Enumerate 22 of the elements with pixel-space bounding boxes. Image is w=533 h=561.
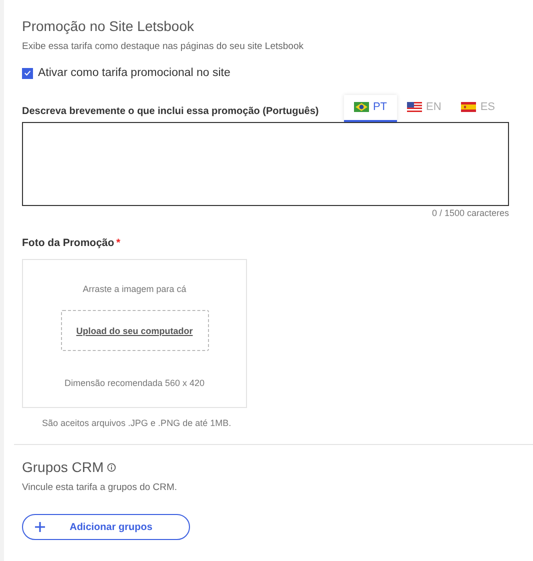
checkbox-label: Ativar como tarifa promocional no site bbox=[38, 67, 230, 79]
upload-link[interactable]: Upload do seu computador bbox=[60, 310, 208, 351]
description-field[interactable] bbox=[22, 122, 509, 206]
add-groups-button[interactable]: Adicionar grupos bbox=[22, 514, 190, 540]
info-icon[interactable] bbox=[106, 462, 116, 472]
flag-icon bbox=[461, 102, 476, 112]
language-tab[interactable]: PT bbox=[344, 95, 398, 122]
drop-hint: Arraste a imagem para cá bbox=[82, 284, 186, 294]
character-counter: 0 / 1500 caracteres bbox=[430, 208, 509, 218]
flag-icon bbox=[354, 102, 369, 112]
section-description: Exibe essa tarifa como destaque nas páginas do seu site Letsbook bbox=[22, 41, 304, 52]
dimension-hint: Dimensão recomendada 560 x 420 bbox=[64, 378, 205, 388]
flag-icon bbox=[407, 102, 422, 112]
image-drop-zone[interactable]: Arraste a imagem para cá Upload do seu computador Dimensão recomendada 560 x 420 bbox=[22, 259, 247, 408]
section-title: Promoção no Site Letsbook bbox=[22, 17, 195, 34]
plus-icon bbox=[35, 522, 45, 532]
section-description: Vincule esta tarifa a grupos do CRM. bbox=[22, 482, 178, 493]
field-label: Descreva brevemente o que inclui essa promoção (Português) bbox=[22, 106, 319, 119]
section-title: Grupos CRM bbox=[22, 459, 104, 475]
checkbox[interactable] bbox=[22, 68, 33, 78]
field-label: Foto da Promoção * bbox=[22, 237, 122, 249]
file-note: São aceitos arquivos .JPG e .PNG de até 1MB. bbox=[42, 418, 232, 428]
